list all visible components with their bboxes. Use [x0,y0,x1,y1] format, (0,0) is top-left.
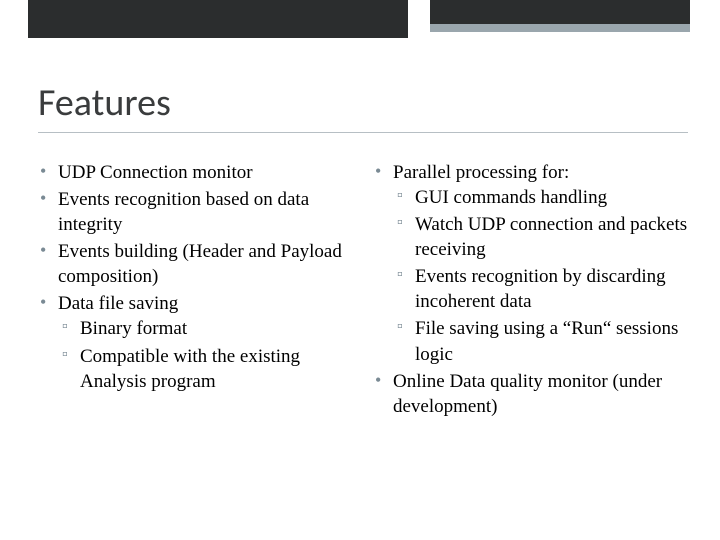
sub-item-text: Compatible with the existing Analysis pr… [80,346,300,392]
sub-list-item: Compatible with the existing Analysis pr… [58,344,353,394]
list-item: Data file saving Binary format Compatibl… [38,291,353,393]
list-item-text: Online Data quality monitor (under devel… [393,371,662,417]
list-item: Events recognition based on data integri… [38,187,353,237]
list-item: Parallel processing for: GUI commands ha… [373,160,688,367]
list-item: Events building (Header and Payload comp… [38,239,353,289]
left-list: UDP Connection monitor Events recognitio… [38,160,353,394]
sub-item-text: File saving using a “Run“ sessions logic [415,318,678,364]
list-item-text: Events recognition based on data integri… [58,189,309,235]
left-column: UDP Connection monitor Events recognitio… [38,160,353,421]
right-list: Parallel processing for: GUI commands ha… [373,160,688,419]
sub-list: GUI commands handling Watch UDP connecti… [393,185,688,367]
list-item: UDP Connection monitor [38,160,353,185]
slide: Features UDP Connection monitor Events r… [0,0,720,540]
header-bar-accent [430,24,690,32]
slide-title: Features [38,80,171,126]
header-bar-left [28,0,408,38]
list-item: Online Data quality monitor (under devel… [373,369,688,419]
title-divider [38,132,688,133]
sub-item-text: Events recognition by discarding incoher… [415,266,666,312]
list-item-text: Data file saving [58,293,178,314]
sub-item-text: GUI commands handling [415,187,607,208]
sub-list-item: Watch UDP connection and packets receivi… [393,212,688,262]
sub-list-item: File saving using a “Run“ sessions logic [393,316,688,366]
content-columns: UDP Connection monitor Events recognitio… [38,160,688,421]
header-bar [0,0,720,44]
header-bar-right [430,0,690,24]
right-column: Parallel processing for: GUI commands ha… [373,160,688,421]
sub-item-text: Watch UDP connection and packets receivi… [415,214,687,260]
list-item-text: UDP Connection monitor [58,162,253,183]
sub-list-item: Binary format [58,316,353,341]
sub-list-item: GUI commands handling [393,185,688,210]
sub-item-text: Binary format [80,318,187,339]
list-item-text: Events building (Header and Payload comp… [58,241,342,287]
sub-list-item: Events recognition by discarding incoher… [393,264,688,314]
list-item-text: Parallel processing for: [393,162,569,183]
sub-list: Binary format Compatible with the existi… [58,316,353,393]
